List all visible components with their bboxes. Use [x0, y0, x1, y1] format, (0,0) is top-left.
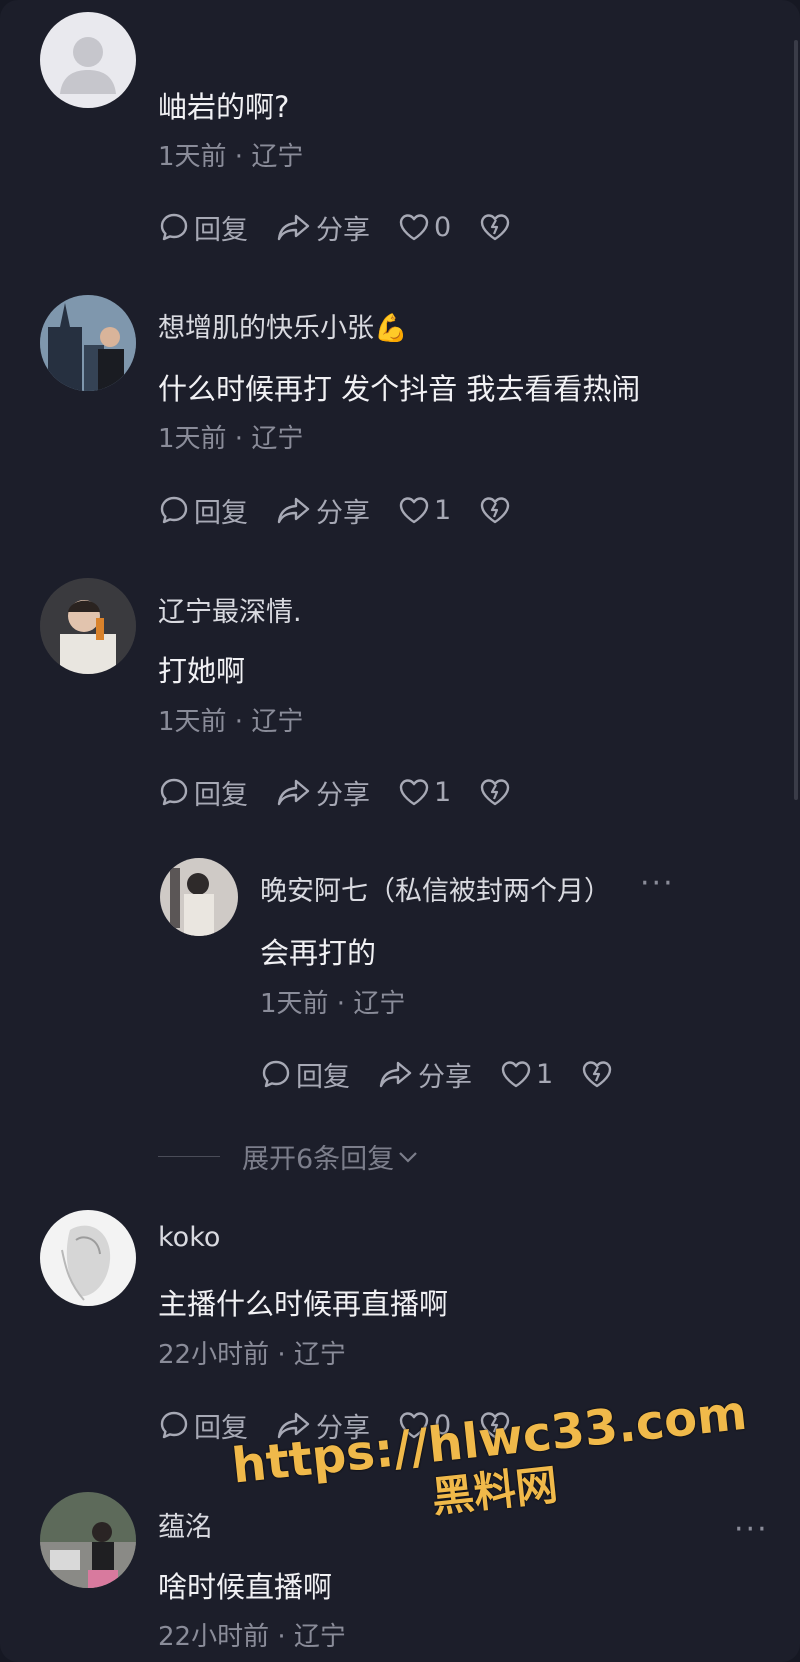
comment-username[interactable]: koko	[158, 1222, 220, 1253]
heart-icon	[399, 214, 429, 241]
reply-label: 回复	[194, 214, 248, 246]
share-button[interactable]: 分享	[276, 773, 370, 812]
avatar-photo	[160, 858, 238, 936]
expand-replies-label: 展开6条回复	[242, 1144, 395, 1175]
share-button[interactable]: 分享	[276, 208, 370, 247]
comment-text: 打她啊	[158, 654, 246, 688]
expand-replies-button[interactable]: 展开6条回复	[158, 1137, 420, 1176]
avatar-photo	[40, 578, 136, 674]
more-options-icon[interactable]: ···	[734, 1512, 769, 1547]
share-label: 分享	[316, 497, 370, 529]
broken-heart-icon	[480, 497, 510, 524]
dislike-button[interactable]	[479, 777, 511, 807]
like-button[interactable]: 1	[398, 777, 451, 808]
share-button[interactable]: 分享	[378, 1055, 472, 1094]
reply-label: 回复	[296, 1061, 350, 1093]
comment-bubble-icon	[160, 1411, 188, 1439]
divider-line	[158, 1156, 220, 1157]
comment-text: 主播什么时候再直播啊	[158, 1287, 449, 1321]
avatar-photo	[40, 295, 136, 391]
broken-heart-icon	[480, 214, 510, 241]
comment-meta: 1天前 · 辽宁	[158, 142, 304, 172]
comment-username[interactable]: 晚安阿七（私信被封两个月）	[260, 869, 611, 908]
dislike-button[interactable]	[479, 212, 511, 242]
like-count: 0	[434, 211, 452, 243]
reply-button[interactable]: 回复	[158, 208, 248, 247]
comment-meta: 22小时前 · 辽宁	[158, 1622, 346, 1652]
user-avatar[interactable]	[40, 578, 136, 674]
comment-actions: 回复 分享 1	[158, 490, 539, 530]
share-label: 分享	[316, 214, 370, 246]
comment-meta: 22小时前 · 辽宁	[158, 1340, 346, 1370]
user-avatar[interactable]	[40, 1210, 136, 1306]
chevron-down-icon	[399, 1151, 417, 1163]
comments-panel: 岫岩的啊? 1天前 · 辽宁 回复 分享 0 想增肌的快乐小张💪 什么时候再打 …	[0, 0, 800, 1662]
comment-username[interactable]: 想增肌的快乐小张💪	[158, 306, 408, 345]
comment-bubble-icon	[160, 213, 188, 241]
comment-meta: 1天前 · 辽宁	[158, 707, 304, 737]
heart-icon	[399, 497, 429, 524]
avatar-photo	[40, 1210, 136, 1306]
comment-actions: 回复 分享 1	[260, 1054, 641, 1094]
comment-actions: 回复 分享 0	[158, 207, 539, 247]
comment-text: 什么时候再打 发个抖音 我去看看热闹	[158, 372, 641, 406]
share-arrow-icon	[277, 497, 310, 524]
comment-text: 啥时候直播啊	[158, 1570, 333, 1604]
share-label: 分享	[316, 779, 370, 811]
scrollbar[interactable]	[794, 40, 798, 800]
like-button[interactable]: 1	[500, 1059, 553, 1090]
reply-button[interactable]: 回复	[158, 773, 248, 812]
comment-text: 岫岩的啊?	[158, 90, 290, 124]
broken-heart-icon	[480, 779, 510, 806]
broken-heart-icon	[582, 1061, 612, 1088]
person-silhouette-icon	[60, 37, 116, 94]
reply-label: 回复	[194, 497, 248, 529]
comment-actions: 回复 分享 1	[158, 772, 539, 812]
comment-bubble-icon	[160, 778, 188, 806]
default-avatar[interactable]	[40, 12, 136, 108]
like-button[interactable]: 0	[398, 212, 451, 243]
share-button[interactable]: 分享	[276, 491, 370, 530]
reply-button[interactable]: 回复	[260, 1055, 350, 1094]
user-avatar[interactable]	[160, 858, 238, 936]
like-count: 1	[434, 494, 452, 526]
dislike-button[interactable]	[479, 495, 511, 525]
like-count: 1	[434, 776, 452, 808]
comment-text: 会再打的	[260, 936, 377, 970]
user-avatar[interactable]	[40, 1492, 136, 1588]
comment-meta: 1天前 · 辽宁	[260, 989, 406, 1019]
heart-icon	[501, 1061, 531, 1088]
heart-icon	[399, 779, 429, 806]
more-options-icon[interactable]: ···	[640, 866, 675, 901]
comment-bubble-icon	[160, 496, 188, 524]
share-label: 分享	[418, 1061, 472, 1093]
comment-username[interactable]: 蕴洺	[158, 1505, 212, 1544]
comment-bubble-icon	[262, 1060, 290, 1088]
dislike-button[interactable]	[581, 1059, 613, 1089]
like-button[interactable]: 1	[398, 495, 451, 526]
reply-button[interactable]: 回复	[158, 491, 248, 530]
avatar-photo	[40, 1492, 136, 1588]
like-count: 1	[536, 1058, 554, 1090]
share-arrow-icon	[277, 214, 310, 241]
comment-meta: 1天前 · 辽宁	[158, 424, 304, 454]
share-arrow-icon	[277, 779, 310, 806]
share-arrow-icon	[379, 1061, 412, 1088]
user-avatar[interactable]	[40, 295, 136, 391]
comment-username[interactable]: 辽宁最深情.	[158, 590, 302, 629]
reply-label: 回复	[194, 779, 248, 811]
